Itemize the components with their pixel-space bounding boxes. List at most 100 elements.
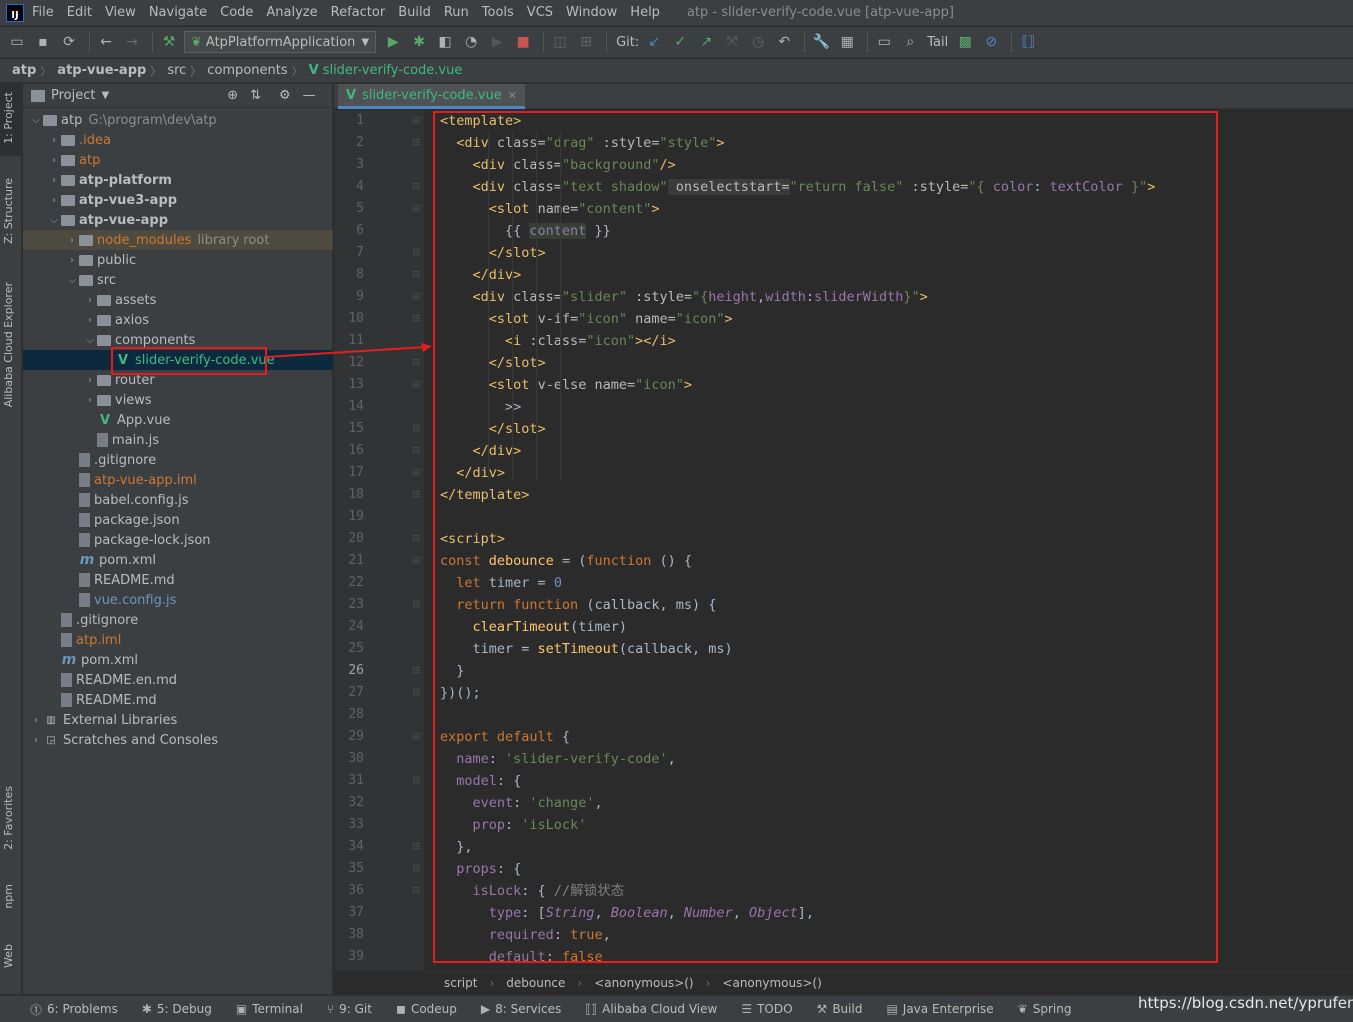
fold-marker-icon[interactable]: ⊟: [412, 600, 420, 610]
tree-file[interactable]: › ◲ Scratches and Consoles: [23, 730, 333, 750]
tree-file[interactable]: vue.config.js: [23, 590, 333, 610]
tool-tab-todo[interactable]: ☰ TODO: [741, 1002, 792, 1016]
tab-favorites[interactable]: 2: Favorites: [2, 786, 15, 850]
tree-folder[interactable]: ⌵ atp G:\program\dev\atp: [23, 110, 333, 130]
tree-folder[interactable]: › assets: [23, 290, 333, 310]
fold-marker-icon[interactable]: ⊟: [412, 380, 420, 390]
git-update-icon[interactable]: ↙: [643, 31, 665, 53]
tree-file[interactable]: atp.iml: [23, 630, 333, 650]
locate-icon[interactable]: ⊕: [227, 88, 238, 103]
tab-npm[interactable]: npm: [2, 884, 15, 909]
back-icon[interactable]: ←: [95, 31, 117, 53]
fold-marker-icon[interactable]: ⊟: [412, 666, 420, 676]
project-panel-title[interactable]: Project: [51, 88, 95, 103]
fold-marker-icon[interactable]: ⊟: [412, 138, 420, 148]
save-icon[interactable]: ▪: [32, 31, 54, 53]
fold-marker-icon[interactable]: ⊟: [412, 688, 420, 698]
fold-marker-icon[interactable]: ⊟: [412, 292, 420, 302]
code-breadcrumb-item[interactable]: <anonymous>(): [594, 976, 693, 990]
chevron-right-icon[interactable]: ›: [65, 235, 79, 246]
sync-icon[interactable]: ⟳: [58, 31, 80, 53]
collapse-all-icon[interactable]: ⇅: [250, 88, 261, 103]
tab-alibaba-cloud-explorer[interactable]: Alibaba Cloud Explorer: [2, 282, 15, 407]
chevron-right-icon[interactable]: ›: [29, 715, 43, 726]
fold-marker-icon[interactable]: ⊟: [412, 886, 420, 896]
tab-web[interactable]: Web: [2, 944, 15, 968]
tree-file[interactable]: .gitignore: [23, 610, 333, 630]
tree-folder[interactable]: ⌵ src: [23, 270, 333, 290]
chevron-down-icon[interactable]: ▼: [101, 90, 109, 101]
chevron-right-icon[interactable]: ›: [47, 155, 61, 166]
tree-file[interactable]: atp-vue-app.iml: [23, 470, 333, 490]
chevron-right-icon[interactable]: ›: [47, 195, 61, 206]
history-icon[interactable]: ◷: [747, 31, 769, 53]
tree-folder[interactable]: › public: [23, 250, 333, 270]
breadcrumb-item[interactable]: src: [167, 63, 186, 78]
tool-tab-codeup[interactable]: ◼ Codeup: [396, 1002, 457, 1016]
chevron-right-icon[interactable]: ›: [65, 255, 79, 266]
menu-navigate[interactable]: Navigate: [149, 5, 207, 20]
menu-code[interactable]: Code: [220, 5, 253, 20]
tool-tab-java-enterprise[interactable]: ▤ Java Enterprise: [886, 1002, 993, 1016]
tool-tab-terminal[interactable]: ▣ Terminal: [236, 1002, 303, 1016]
run-disabled-icon[interactable]: ▶: [486, 31, 508, 53]
fold-marker-icon[interactable]: ⊟: [412, 270, 420, 280]
menu-help[interactable]: Help: [630, 5, 660, 20]
chevron-right-icon[interactable]: ›: [83, 295, 97, 306]
fold-marker-icon[interactable]: ⊟: [412, 358, 420, 368]
fold-marker-icon[interactable]: ⊟: [412, 446, 420, 456]
tool-tab-git[interactable]: ⑂ 9: Git: [327, 1002, 372, 1016]
fold-marker-icon[interactable]: ⊟: [412, 116, 420, 126]
chevron-right-icon[interactable]: ›: [47, 175, 61, 186]
tree-file[interactable]: README.md: [23, 690, 333, 710]
code-breadcrumb-item[interactable]: script: [444, 976, 477, 990]
tool-tab-debug[interactable]: ✱ 5: Debug: [142, 1002, 212, 1016]
tree-folder[interactable]: › node_modules library root: [23, 230, 333, 250]
tree-file[interactable]: .gitignore: [23, 450, 333, 470]
breadcrumb-item[interactable]: slider-verify-code.vue: [323, 63, 463, 78]
build-hammer-icon[interactable]: ⚒: [158, 31, 180, 53]
open-folder-icon[interactable]: ▭: [6, 31, 28, 53]
run-configuration-select[interactable]: ❦ AtpPlatformApplication ▼: [184, 31, 377, 53]
fold-marker-icon[interactable]: ⊟: [412, 864, 420, 874]
forward-icon[interactable]: →: [121, 31, 143, 53]
tool-tab-build[interactable]: ⚒ Build: [817, 1002, 863, 1016]
breadcrumb-item[interactable]: atp: [12, 63, 36, 78]
chevron-down-icon[interactable]: ⌵: [47, 215, 61, 226]
tree-file[interactable]: main.js: [23, 430, 333, 450]
alibaba-cloud-icon[interactable]: ⟦⟧: [1017, 31, 1039, 53]
menu-window[interactable]: Window: [566, 5, 617, 20]
run-icon[interactable]: ▶: [382, 31, 404, 53]
tree-folder[interactable]: › axios: [23, 310, 333, 330]
git-commit-icon[interactable]: ✓: [669, 31, 691, 53]
chevron-right-icon[interactable]: ›: [47, 135, 61, 146]
menu-build[interactable]: Build: [398, 5, 431, 20]
tree-file[interactable]: m pom.xml: [23, 650, 333, 670]
fold-marker-icon[interactable]: ⊟: [412, 314, 420, 324]
tree-file[interactable]: package.json: [23, 510, 333, 530]
fold-marker-icon[interactable]: ⊟: [412, 556, 420, 566]
fold-marker-icon[interactable]: ⊟: [412, 248, 420, 258]
tab-structure[interactable]: Z: Structure: [2, 178, 15, 244]
fold-marker-icon[interactable]: ⊟: [412, 182, 420, 192]
editor-tab-slider-verify-code[interactable]: V slider-verify-code.vue ✕: [338, 84, 525, 109]
chevron-down-icon[interactable]: ⌵: [65, 275, 79, 286]
code-breadcrumb-item[interactable]: debounce: [506, 976, 565, 990]
tool-tab-spring[interactable]: ❦ Spring: [1018, 1002, 1072, 1016]
tree-folder[interactable]: ⌵ atp-vue-app: [23, 210, 333, 230]
menu-view[interactable]: View: [105, 5, 136, 20]
git-push-icon[interactable]: ↗: [695, 31, 717, 53]
tail-label[interactable]: Tail: [927, 35, 948, 50]
tree-file[interactable]: README.md: [23, 570, 333, 590]
code-breadcrumb-item[interactable]: <anonymous>(): [722, 976, 821, 990]
gear-icon[interactable]: ⚙: [279, 88, 291, 103]
tree-file[interactable]: m pom.xml: [23, 550, 333, 570]
close-icon[interactable]: ✕: [508, 89, 517, 102]
search-icon[interactable]: ⌕: [899, 31, 921, 53]
attach-icon[interactable]: ◫: [549, 31, 571, 53]
project-structure-icon[interactable]: ▦: [836, 31, 858, 53]
fold-marker-icon[interactable]: ⊟: [412, 204, 420, 214]
menu-file[interactable]: File: [32, 5, 54, 20]
fold-marker-icon[interactable]: ⊟: [412, 732, 420, 742]
menu-refactor[interactable]: Refactor: [331, 5, 386, 20]
